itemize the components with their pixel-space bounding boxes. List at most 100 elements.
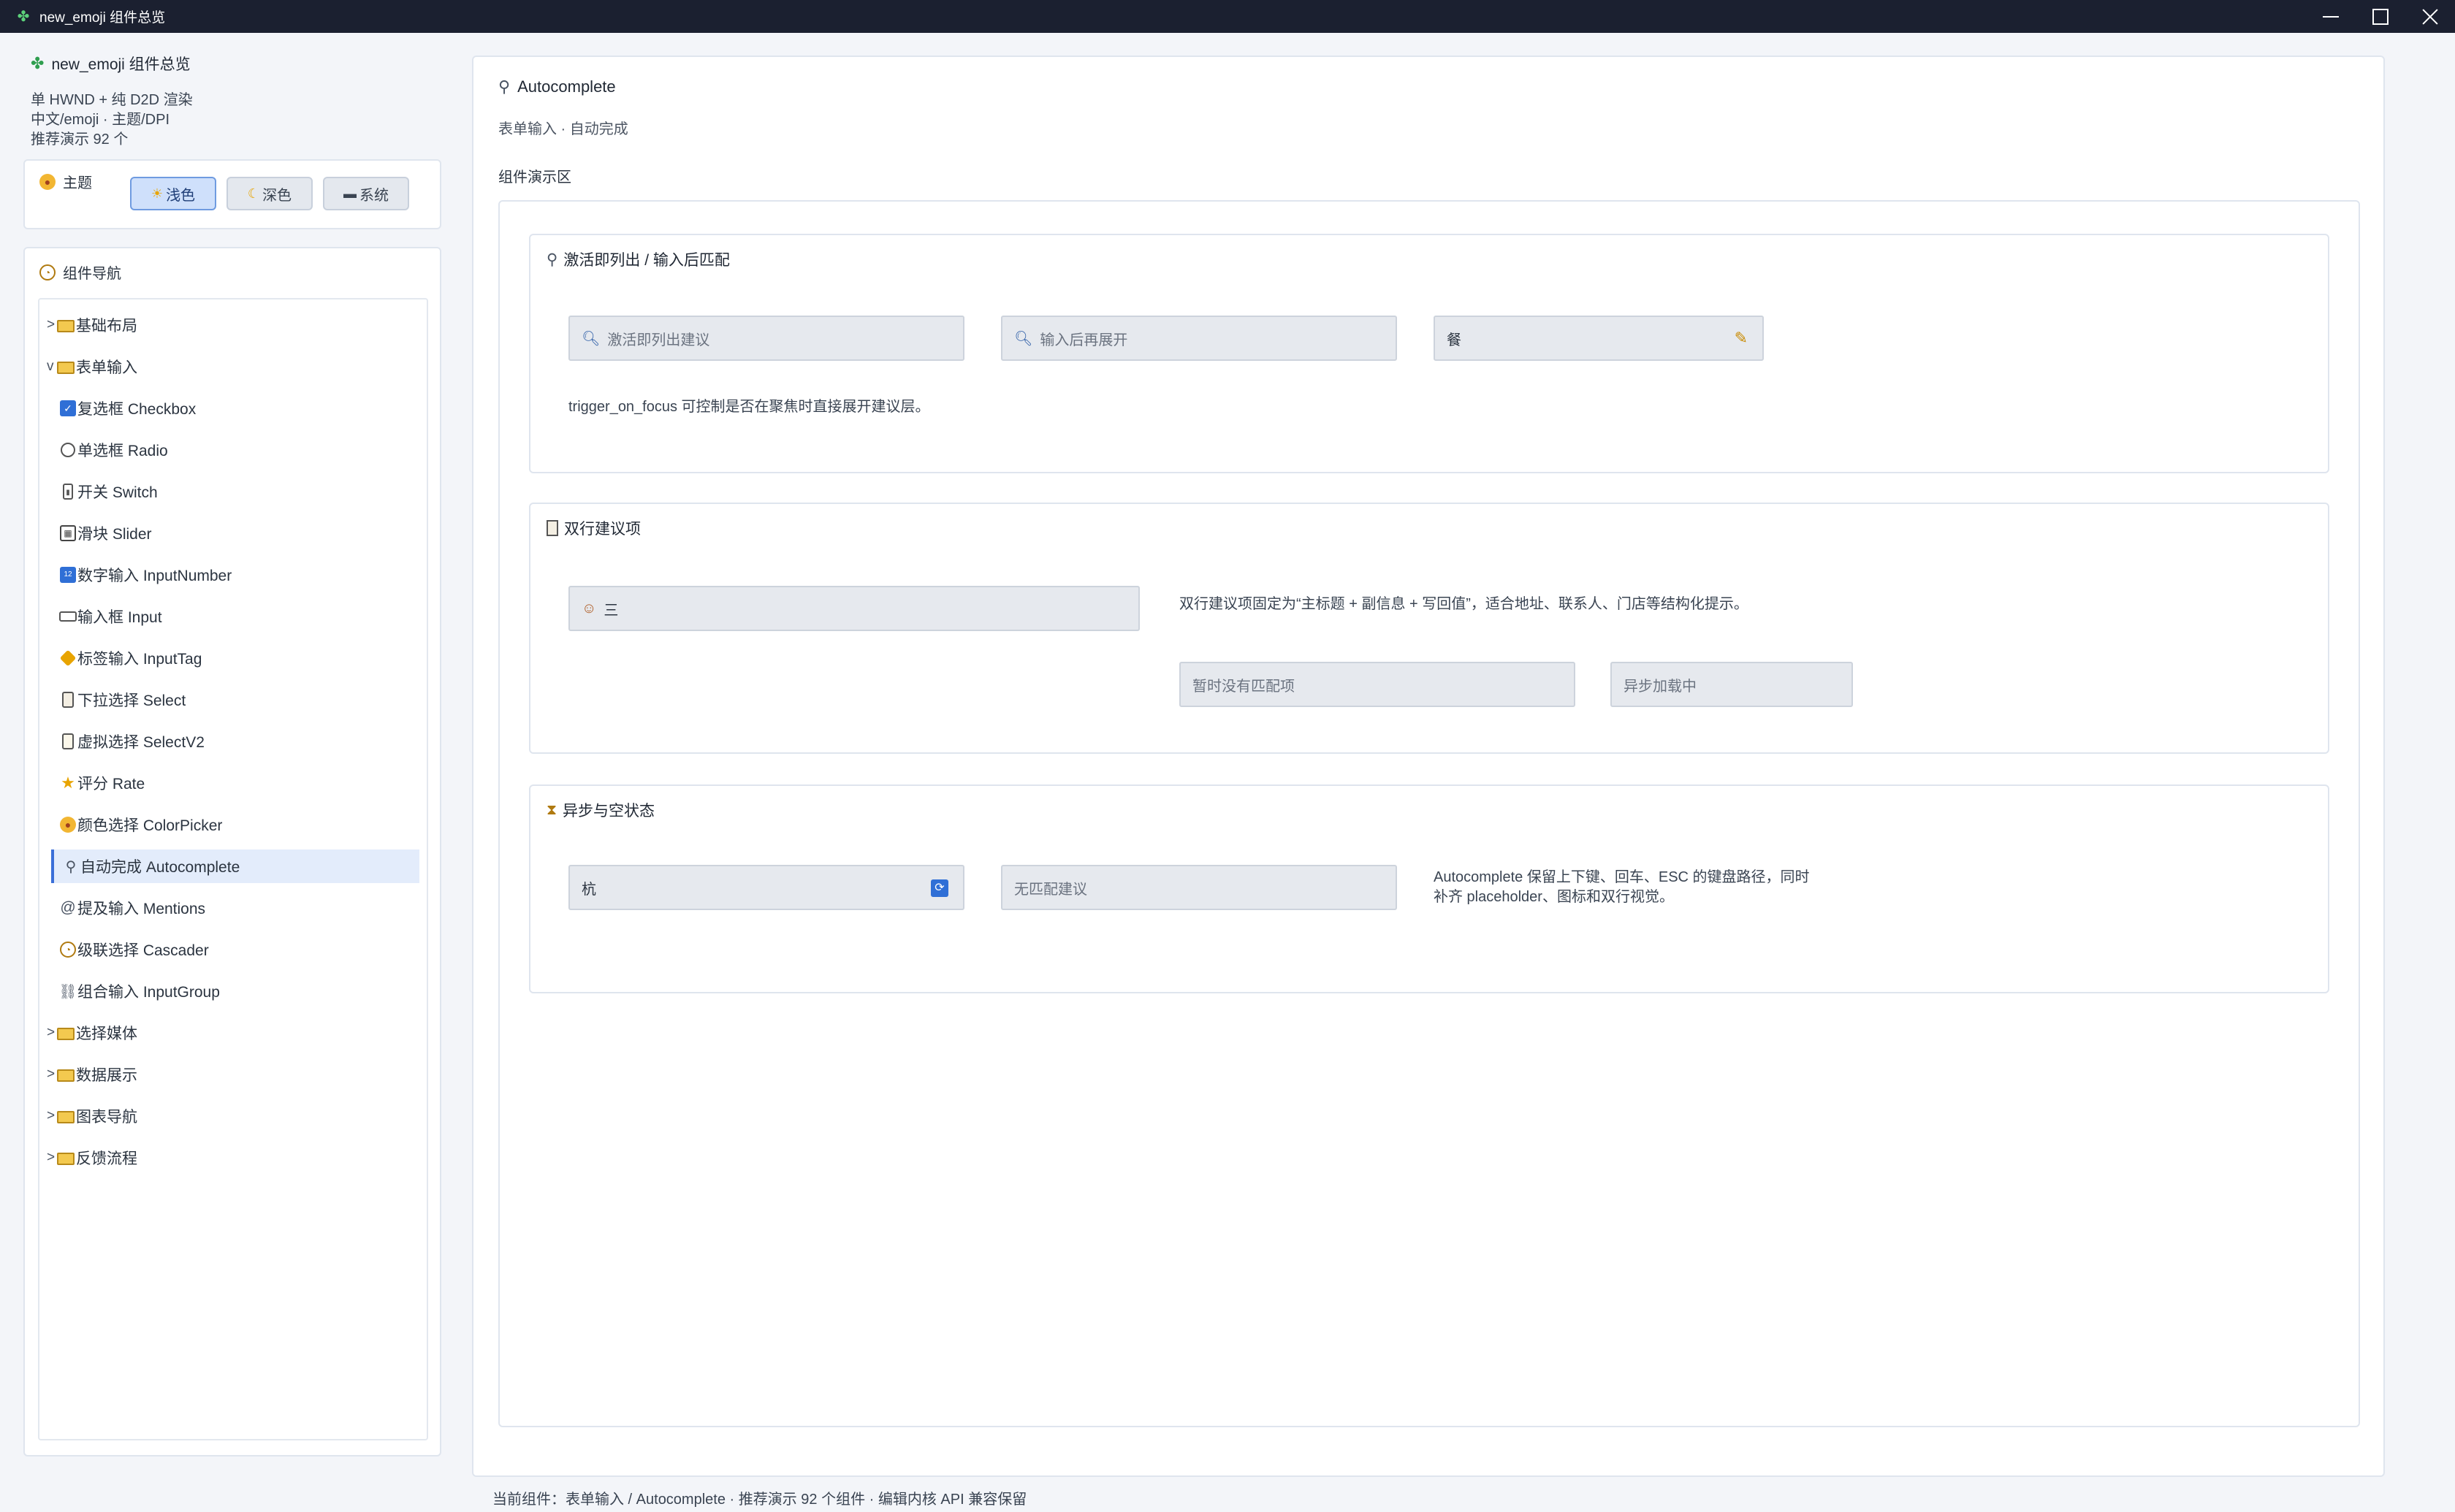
compass-icon: ◔: [39, 264, 56, 280]
nav-item-label: 表单输入: [76, 359, 137, 376]
field-placeholder: 暂时没有匹配项: [1192, 678, 1295, 695]
nav-tree: > 基础布局 v 表单输入 ✓ 复选框 Checkbox 单选框 Radio ▮…: [38, 298, 428, 1440]
nav-item-inputgroup[interactable]: ⛓ 组合输入 InputGroup: [51, 974, 419, 1008]
minimize-button[interactable]: [2306, 0, 2356, 33]
close-button[interactable]: [2405, 0, 2455, 33]
field-placeholder: 异步加载中: [1624, 678, 1697, 695]
nav-item-slider[interactable]: ▦ 滑块 Slider: [51, 516, 419, 550]
nav-item-label: 下拉选择 Select: [77, 692, 186, 709]
numbers-icon: 12: [60, 567, 76, 583]
theme-system-label: 系统: [359, 187, 389, 204]
nav-item-label: 颜色选择 ColorPicker: [77, 817, 223, 834]
section-async-empty: ⧗ 异步与空状态 杭 ⟳ 无匹配建议 Autocomplete 保留上下键、回车…: [529, 784, 2329, 993]
nav-item-label: 评分 Rate: [77, 776, 145, 793]
nav-item-input[interactable]: 输入框 Input: [51, 600, 419, 633]
theme-label: ● 主题: [39, 171, 92, 192]
folder-icon: [57, 1152, 75, 1165]
nav-item-label: 滑块 Slider: [77, 526, 152, 543]
nav-item-label: 反馈流程: [76, 1150, 137, 1167]
autocomplete-async-input[interactable]: 杭 ⟳: [568, 865, 964, 910]
laptop-icon: ▬: [343, 186, 357, 201]
nav-item-switch[interactable]: ▮ 开关 Switch: [51, 475, 419, 508]
nav-item-inputnumber[interactable]: 12 数字输入 InputNumber: [51, 558, 419, 592]
info-line: 中文/emoji · 主题/DPI: [31, 112, 170, 128]
hourglass-icon: ⧗: [547, 801, 557, 818]
nav-item-label: 自动完成 Autocomplete: [80, 859, 240, 876]
field-placeholder: 激活即列出建议: [607, 332, 710, 348]
nav-item-inputtag[interactable]: 标签输入 InputTag: [51, 641, 419, 675]
nav-group-form-input[interactable]: v 表单输入: [47, 350, 419, 383]
section-title: 双行建议项: [547, 517, 641, 539]
section-two-line: 双行建议项 ☺ 三 双行建议项固定为“主标题 + 副信息 + 写回值”，适合地址…: [529, 503, 2329, 754]
nav-item-label: 级联选择 Cascader: [77, 942, 209, 959]
folder-icon: [57, 361, 75, 374]
nav-item-label: 虚拟选择 SelectV2: [77, 734, 205, 751]
app-info: 单 HWND + 纯 D2D 渲染 中文/emoji · 主题/DPI 推荐演示…: [31, 91, 193, 150]
nav-group-basic-layout[interactable]: > 基础布局: [47, 308, 419, 342]
page-title-text: Autocomplete: [517, 77, 616, 96]
nav-item-colorpicker[interactable]: ● 颜色选择 ColorPicker: [51, 808, 419, 841]
at-icon: @: [60, 899, 76, 916]
nav-item-mentions[interactable]: @ 提及输入 Mentions: [51, 891, 419, 925]
nav-group-media[interactable]: > 选择媒体: [47, 1016, 419, 1050]
autocomplete-no-match-input[interactable]: 暂时没有匹配项: [1179, 662, 1575, 707]
window-controls: [2306, 0, 2455, 33]
chevron-right-icon: >: [47, 1150, 56, 1165]
moon-icon: ☾: [247, 186, 260, 201]
demo-area-label: 组件演示区: [498, 169, 571, 186]
autocomplete-typed-input[interactable]: 🔍︎ 输入后再展开: [1001, 316, 1397, 361]
nav-item-radio[interactable]: 单选框 Radio: [51, 433, 419, 467]
scroll-icon: [62, 733, 74, 749]
nav-item-label: 图表导航: [76, 1109, 137, 1126]
nav-item-label: 复选框 Checkbox: [77, 401, 197, 418]
field-placeholder: 无匹配建议: [1014, 881, 1087, 898]
nav-group-data-display[interactable]: > 数据展示: [47, 1058, 419, 1091]
theme-light-button[interactable]: ☀ 浅色: [130, 177, 216, 210]
nav-item-label: 单选框 Radio: [77, 443, 168, 459]
nav-item-label: 选择媒体: [76, 1026, 137, 1042]
clover-icon: ✤: [17, 9, 30, 25]
section-title-text: 异步与空状态: [563, 803, 655, 820]
theme-dark-button[interactable]: ☾ 深色: [227, 177, 313, 210]
nav-item-select[interactable]: 下拉选择 Select: [51, 683, 419, 717]
autocomplete-focus-input[interactable]: 🔍︎ 激活即列出建议: [568, 316, 964, 361]
link-icon: ⛓: [58, 983, 77, 1000]
nav-item-label: 开关 Switch: [77, 484, 158, 501]
magnifier-icon: ⚲: [65, 858, 77, 875]
autocomplete-loading-input[interactable]: 异步加载中: [1610, 662, 1853, 707]
section-focus-match: ⚲ 激活即列出 / 输入后匹配 🔍︎ 激活即列出建议 🔍︎ 输入后再展开 餐 ✎…: [529, 234, 2329, 473]
nav-item-label: 数据展示: [76, 1067, 137, 1084]
theme-light-label: 浅色: [166, 187, 196, 204]
demo-area: ⚲ 激活即列出 / 输入后匹配 🔍︎ 激活即列出建议 🔍︎ 输入后再展开 餐 ✎…: [498, 200, 2360, 1427]
nav-label: ◔ 组件导航: [39, 261, 121, 283]
section-description: 双行建议项固定为“主标题 + 副信息 + 写回值”，适合地址、联系人、门店等结构…: [1179, 596, 1748, 612]
nav-item-label: 基础布局: [76, 318, 137, 335]
compass-icon: ◔: [60, 942, 76, 958]
pencil-icon: ✎: [1734, 329, 1748, 347]
nav-group-chart-nav[interactable]: > 图表导航: [47, 1099, 419, 1133]
nav-item-autocomplete[interactable]: ⚲ 自动完成 Autocomplete: [51, 849, 419, 883]
nav-panel: ◔ 组件导航 > 基础布局 v 表单输入 ✓ 复选框 Checkbox 单选框 …: [23, 247, 441, 1456]
switch-icon: ▮: [63, 484, 73, 500]
clover-icon: ✤: [31, 54, 45, 72]
field-value: 三: [604, 602, 619, 619]
autocomplete-two-line-input[interactable]: ☺ 三: [568, 586, 1140, 631]
autocomplete-filled-input[interactable]: 餐 ✎: [1434, 316, 1764, 361]
field-value: 餐: [1447, 332, 1461, 348]
nav-item-selectv2[interactable]: 虚拟选择 SelectV2: [51, 725, 419, 758]
theme-panel: ● 主题 ☀ 浅色 ☾ 深色 ▬ 系统: [23, 159, 441, 229]
folder-icon: [57, 319, 75, 332]
status-bar: 当前组件：表单输入 / Autocomplete · 推荐演示 92 个组件 ·…: [492, 1492, 1027, 1508]
section-title: ⚲ 激活即列出 / 输入后匹配: [547, 248, 730, 270]
nav-item-checkbox[interactable]: ✓ 复选框 Checkbox: [51, 392, 419, 425]
search-icon: 🔍︎: [582, 330, 601, 347]
nav-item-label: 输入框 Input: [77, 609, 162, 626]
nav-item-rate[interactable]: ★ 评分 Rate: [51, 766, 419, 800]
nav-item-cascader[interactable]: ◔ 级联选择 Cascader: [51, 933, 419, 966]
maximize-button[interactable]: [2356, 0, 2405, 33]
nav-group-feedback[interactable]: > 反馈流程: [47, 1141, 419, 1175]
magnifier-icon: ⚲: [547, 251, 558, 268]
autocomplete-empty-input[interactable]: 无匹配建议: [1001, 865, 1397, 910]
theme-system-button[interactable]: ▬ 系统: [323, 177, 409, 210]
chevron-right-icon: >: [47, 1066, 56, 1082]
